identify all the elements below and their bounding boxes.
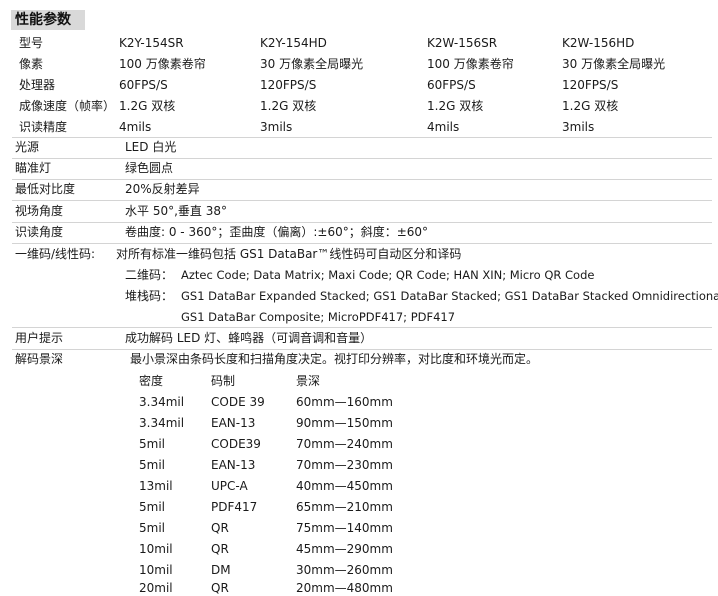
dof-cell: 13mil [139, 479, 173, 493]
2d-symbology-value: Aztec Code; Data Matrix; Maxi Code; QR C… [181, 268, 595, 282]
section-title: 性能参数 [11, 10, 85, 30]
dof-cell: 45mm—290mm [296, 542, 393, 556]
light-source-value: LED 白光 [125, 140, 177, 154]
dof-cell: EAN-13 [211, 416, 256, 430]
min-contrast-label: 最低对比度 [15, 182, 76, 196]
dof-cell: 40mm—450mm [296, 479, 393, 493]
dof-cell: 65mm—210mm [296, 500, 393, 514]
dof-cell: 75mm—140mm [296, 521, 393, 535]
dof-label: 解码景深 [15, 352, 64, 366]
spec-cell: 100 万像素卷帘 [427, 57, 514, 71]
divider [12, 179, 712, 180]
dof-cell: EAN-13 [211, 458, 256, 472]
user-hint-label: 用户提示 [15, 331, 64, 345]
aimer-value: 绿色圆点 [125, 161, 174, 175]
dof-cell: UPC-A [211, 479, 248, 493]
dof-cell: PDF417 [211, 500, 258, 514]
dof-cell: DM [211, 563, 231, 577]
read-angle-label: 识读角度 [15, 225, 64, 239]
dof-cell: 20mm—480mm [296, 581, 393, 595]
dof-cell: QR [211, 542, 229, 556]
spec-row-label-pixels: 像素 [19, 57, 44, 71]
spec-cell: K2Y-154HD [260, 36, 327, 50]
read-angle-value: 卷曲度: 0 - 360°；歪曲度（偏离）:±60°；斜度：±60° [125, 225, 429, 239]
spec-row-label-frame-rate: 成像速度（帧率） [19, 99, 116, 113]
aimer-label: 瞄准灯 [15, 161, 52, 175]
spec-row-label-resolution: 识读精度 [19, 120, 68, 134]
dof-cell: 3.34mil [139, 416, 185, 430]
divider [12, 243, 712, 244]
symbology-label: 一维码/线性码: [15, 247, 96, 261]
stacked-symbology-label: 堆栈码： [125, 289, 174, 303]
divider [12, 349, 712, 350]
divider [12, 137, 712, 138]
min-contrast-value: 20%反射差异 [125, 182, 200, 196]
spec-cell: K2Y-154SR [119, 36, 184, 50]
divider [12, 200, 712, 201]
spec-row-label-processor: 处理器 [19, 78, 56, 92]
spec-cell: 4mils [119, 120, 152, 134]
divider [12, 158, 712, 159]
dof-note: 最小景深由条码长度和扫描角度决定。视打印分辨率，对比度和环境光而定。 [130, 352, 539, 366]
fov-value: 水平 50°,垂直 38° [125, 204, 227, 218]
stacked-symbology-value-line2: GS1 DataBar Composite; MicroPDF417; PDF4… [181, 310, 456, 324]
spec-cell: 60FPS/S [119, 78, 168, 92]
dof-cell: 3.34mil [139, 395, 185, 409]
dof-cell: 10mil [139, 563, 173, 577]
dof-header-symbology: 码制 [211, 374, 236, 388]
dof-cell: CODE 39 [211, 395, 265, 409]
dof-cell: 5mil [139, 500, 165, 514]
spec-row-label-model: 型号 [19, 36, 44, 50]
dof-cell: 5mil [139, 521, 165, 535]
spec-cell: 60FPS/S [427, 78, 476, 92]
dof-cell: QR [211, 581, 229, 595]
spec-cell: 120FPS/S [260, 78, 317, 92]
spec-cell: 1.2G 双核 [427, 99, 484, 113]
spec-cell: 4mils [427, 120, 460, 134]
dof-cell: QR [211, 521, 229, 535]
spec-cell: 1.2G 双核 [562, 99, 619, 113]
spec-cell: K2W-156HD [562, 36, 635, 50]
2d-symbology-label: 二维码： [125, 268, 174, 282]
spec-cell: 1.2G 双核 [260, 99, 317, 113]
spec-cell: 1.2G 双核 [119, 99, 176, 113]
spec-cell: 3mils [562, 120, 595, 134]
spec-cell: K2W-156SR [427, 36, 498, 50]
spec-cell: 30 万像素全局曝光 [260, 57, 364, 71]
divider [12, 222, 712, 223]
spec-cell: 100 万像素卷帘 [119, 57, 206, 71]
light-source-label: 光源 [15, 140, 40, 154]
user-hint-value: 成功解码 LED 灯、蜂鸣器（可调音调和音量） [125, 331, 373, 345]
dof-cell: 70mm—240mm [296, 437, 393, 451]
linear-symbology-value: 对所有标准一维码包括 GS1 DataBar™线性码可自动区分和译码 [116, 247, 462, 261]
spec-cell: 3mils [260, 120, 293, 134]
dof-header-density: 密度 [139, 374, 164, 388]
dof-cell: 90mm—150mm [296, 416, 393, 430]
spec-cell: 120FPS/S [562, 78, 619, 92]
dof-cell: 5mil [139, 437, 165, 451]
dof-header-range: 景深 [296, 374, 321, 388]
spec-cell: 30 万像素全局曝光 [562, 57, 666, 71]
dof-cell: 5mil [139, 458, 165, 472]
dof-cell: CODE39 [211, 437, 261, 451]
dof-cell: 10mil [139, 542, 173, 556]
divider [12, 327, 712, 328]
dof-cell: 30mm—260mm [296, 563, 393, 577]
stacked-symbology-value-line1: GS1 DataBar Expanded Stacked; GS1 DataBa… [181, 289, 718, 303]
dof-cell: 70mm—230mm [296, 458, 393, 472]
fov-label: 视场角度 [15, 204, 64, 218]
dof-cell: 60mm—160mm [296, 395, 393, 409]
dof-cell: 20mil [139, 581, 173, 595]
